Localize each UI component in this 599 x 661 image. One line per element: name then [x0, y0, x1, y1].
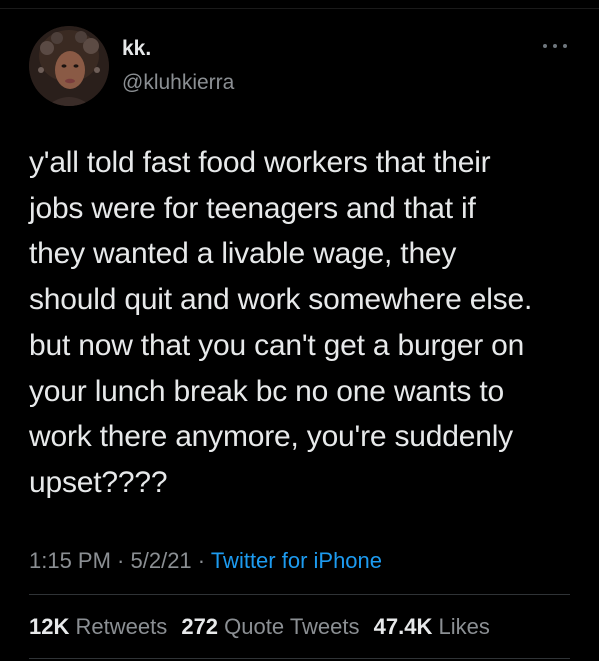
avatar[interactable] — [29, 26, 109, 106]
likes-count: 47.4K — [373, 614, 433, 639]
tweet-card: kk. @kluhkierra y'all told fast food wor… — [0, 0, 599, 661]
author-handle[interactable]: @kluhkierra — [122, 70, 234, 96]
retweets-label: Retweets — [75, 614, 168, 639]
more-options-icon[interactable] — [543, 40, 567, 52]
meta-separator: · — [191, 548, 211, 573]
likes-stat[interactable]: 47.4K Likes — [374, 612, 490, 642]
quotes-label: Quote Tweets — [224, 614, 360, 639]
tweet-time[interactable]: 1:15 PM — [29, 548, 111, 573]
retweets-count: 12K — [29, 614, 70, 639]
tweet-date[interactable]: 5/2/21 — [131, 548, 192, 573]
tweet-source-link[interactable]: Twitter for iPhone — [211, 548, 382, 573]
author-display-name[interactable]: kk. — [122, 36, 151, 62]
retweets-stat[interactable]: 12K Retweets — [29, 612, 167, 642]
divider — [29, 594, 570, 595]
profile-photo-icon — [29, 26, 109, 106]
tweet-text: y'all told fast food workers that their … — [29, 146, 533, 499]
tweet-meta: 1:15 PM · 5/2/21 · Twitter for iPhone — [29, 546, 382, 576]
likes-label: Likes — [438, 614, 490, 639]
meta-separator: · — [110, 548, 131, 573]
engagement-stats: 12K Retweets 272 Quote Tweets 47.4K Like… — [29, 612, 498, 642]
quotes-count: 272 — [181, 614, 219, 639]
divider — [29, 658, 570, 659]
quote-tweets-stat[interactable]: 272 Quote Tweets — [181, 612, 359, 642]
top-divider — [0, 8, 599, 9]
